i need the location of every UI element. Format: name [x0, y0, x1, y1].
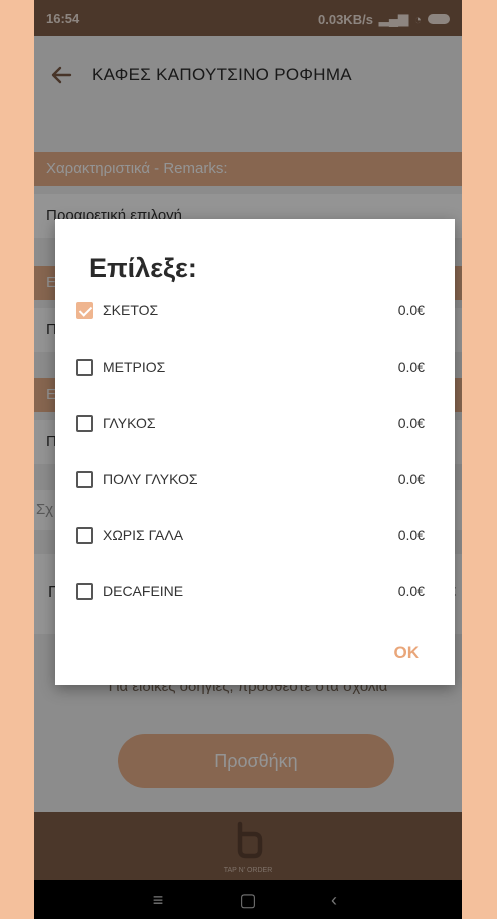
checkbox-checked[interactable] — [76, 302, 93, 319]
option-price: 0.0€ — [397, 415, 425, 431]
checkbox[interactable] — [76, 415, 93, 432]
option-label: ΓΛΥΚΟΣ — [103, 415, 156, 431]
option-row[interactable]: ΓΛΥΚΟΣ 0.0€ — [55, 404, 455, 444]
option-price: 0.0€ — [397, 359, 425, 375]
option-row[interactable]: ΠΟΛΥ ΓΛΥΚΟΣ 0.0€ — [55, 460, 455, 500]
option-price: 0.0€ — [397, 583, 425, 599]
checkbox[interactable] — [76, 527, 93, 544]
checkbox[interactable] — [76, 359, 93, 376]
option-dialog: Επίλεξε: ΣΚΕΤΟΣ 0.0€ ΜΕΤΡΙΟΣ 0.0€ ΓΛΥΚΟΣ… — [55, 219, 455, 685]
option-price: 0.0€ — [397, 302, 425, 318]
option-row[interactable]: ΧΩΡΙΣ ΓΑΛΑ 0.0€ — [55, 516, 455, 556]
option-label: ΧΩΡΙΣ ΓΑΛΑ — [103, 527, 184, 543]
phone-screen: 16:54 0.03KB/s ▂▄▆ ◔ ΚΑΦΕΣ ΚΑΠΟΥΤΣΙΝΟ ΡΟ… — [34, 0, 462, 919]
option-row[interactable]: DECAFEINE 0.0€ — [55, 572, 455, 612]
ok-button[interactable]: OK — [394, 643, 420, 663]
option-label: ΜΕΤΡΙΟΣ — [103, 359, 166, 375]
option-row[interactable]: ΜΕΤΡΙΟΣ 0.0€ — [55, 348, 455, 388]
option-price: 0.0€ — [397, 471, 425, 487]
option-label: ΣΚΕΤΟΣ — [103, 302, 159, 318]
checkbox[interactable] — [76, 583, 93, 600]
option-label: DECAFEINE — [103, 583, 184, 599]
option-label: ΠΟΛΥ ΓΛΥΚΟΣ — [103, 471, 198, 487]
dialog-title: Επίλεξε: — [89, 253, 197, 283]
option-row[interactable]: ΣΚΕΤΟΣ 0.0€ — [55, 291, 455, 331]
checkbox[interactable] — [76, 471, 93, 488]
option-price: 0.0€ — [397, 527, 425, 543]
